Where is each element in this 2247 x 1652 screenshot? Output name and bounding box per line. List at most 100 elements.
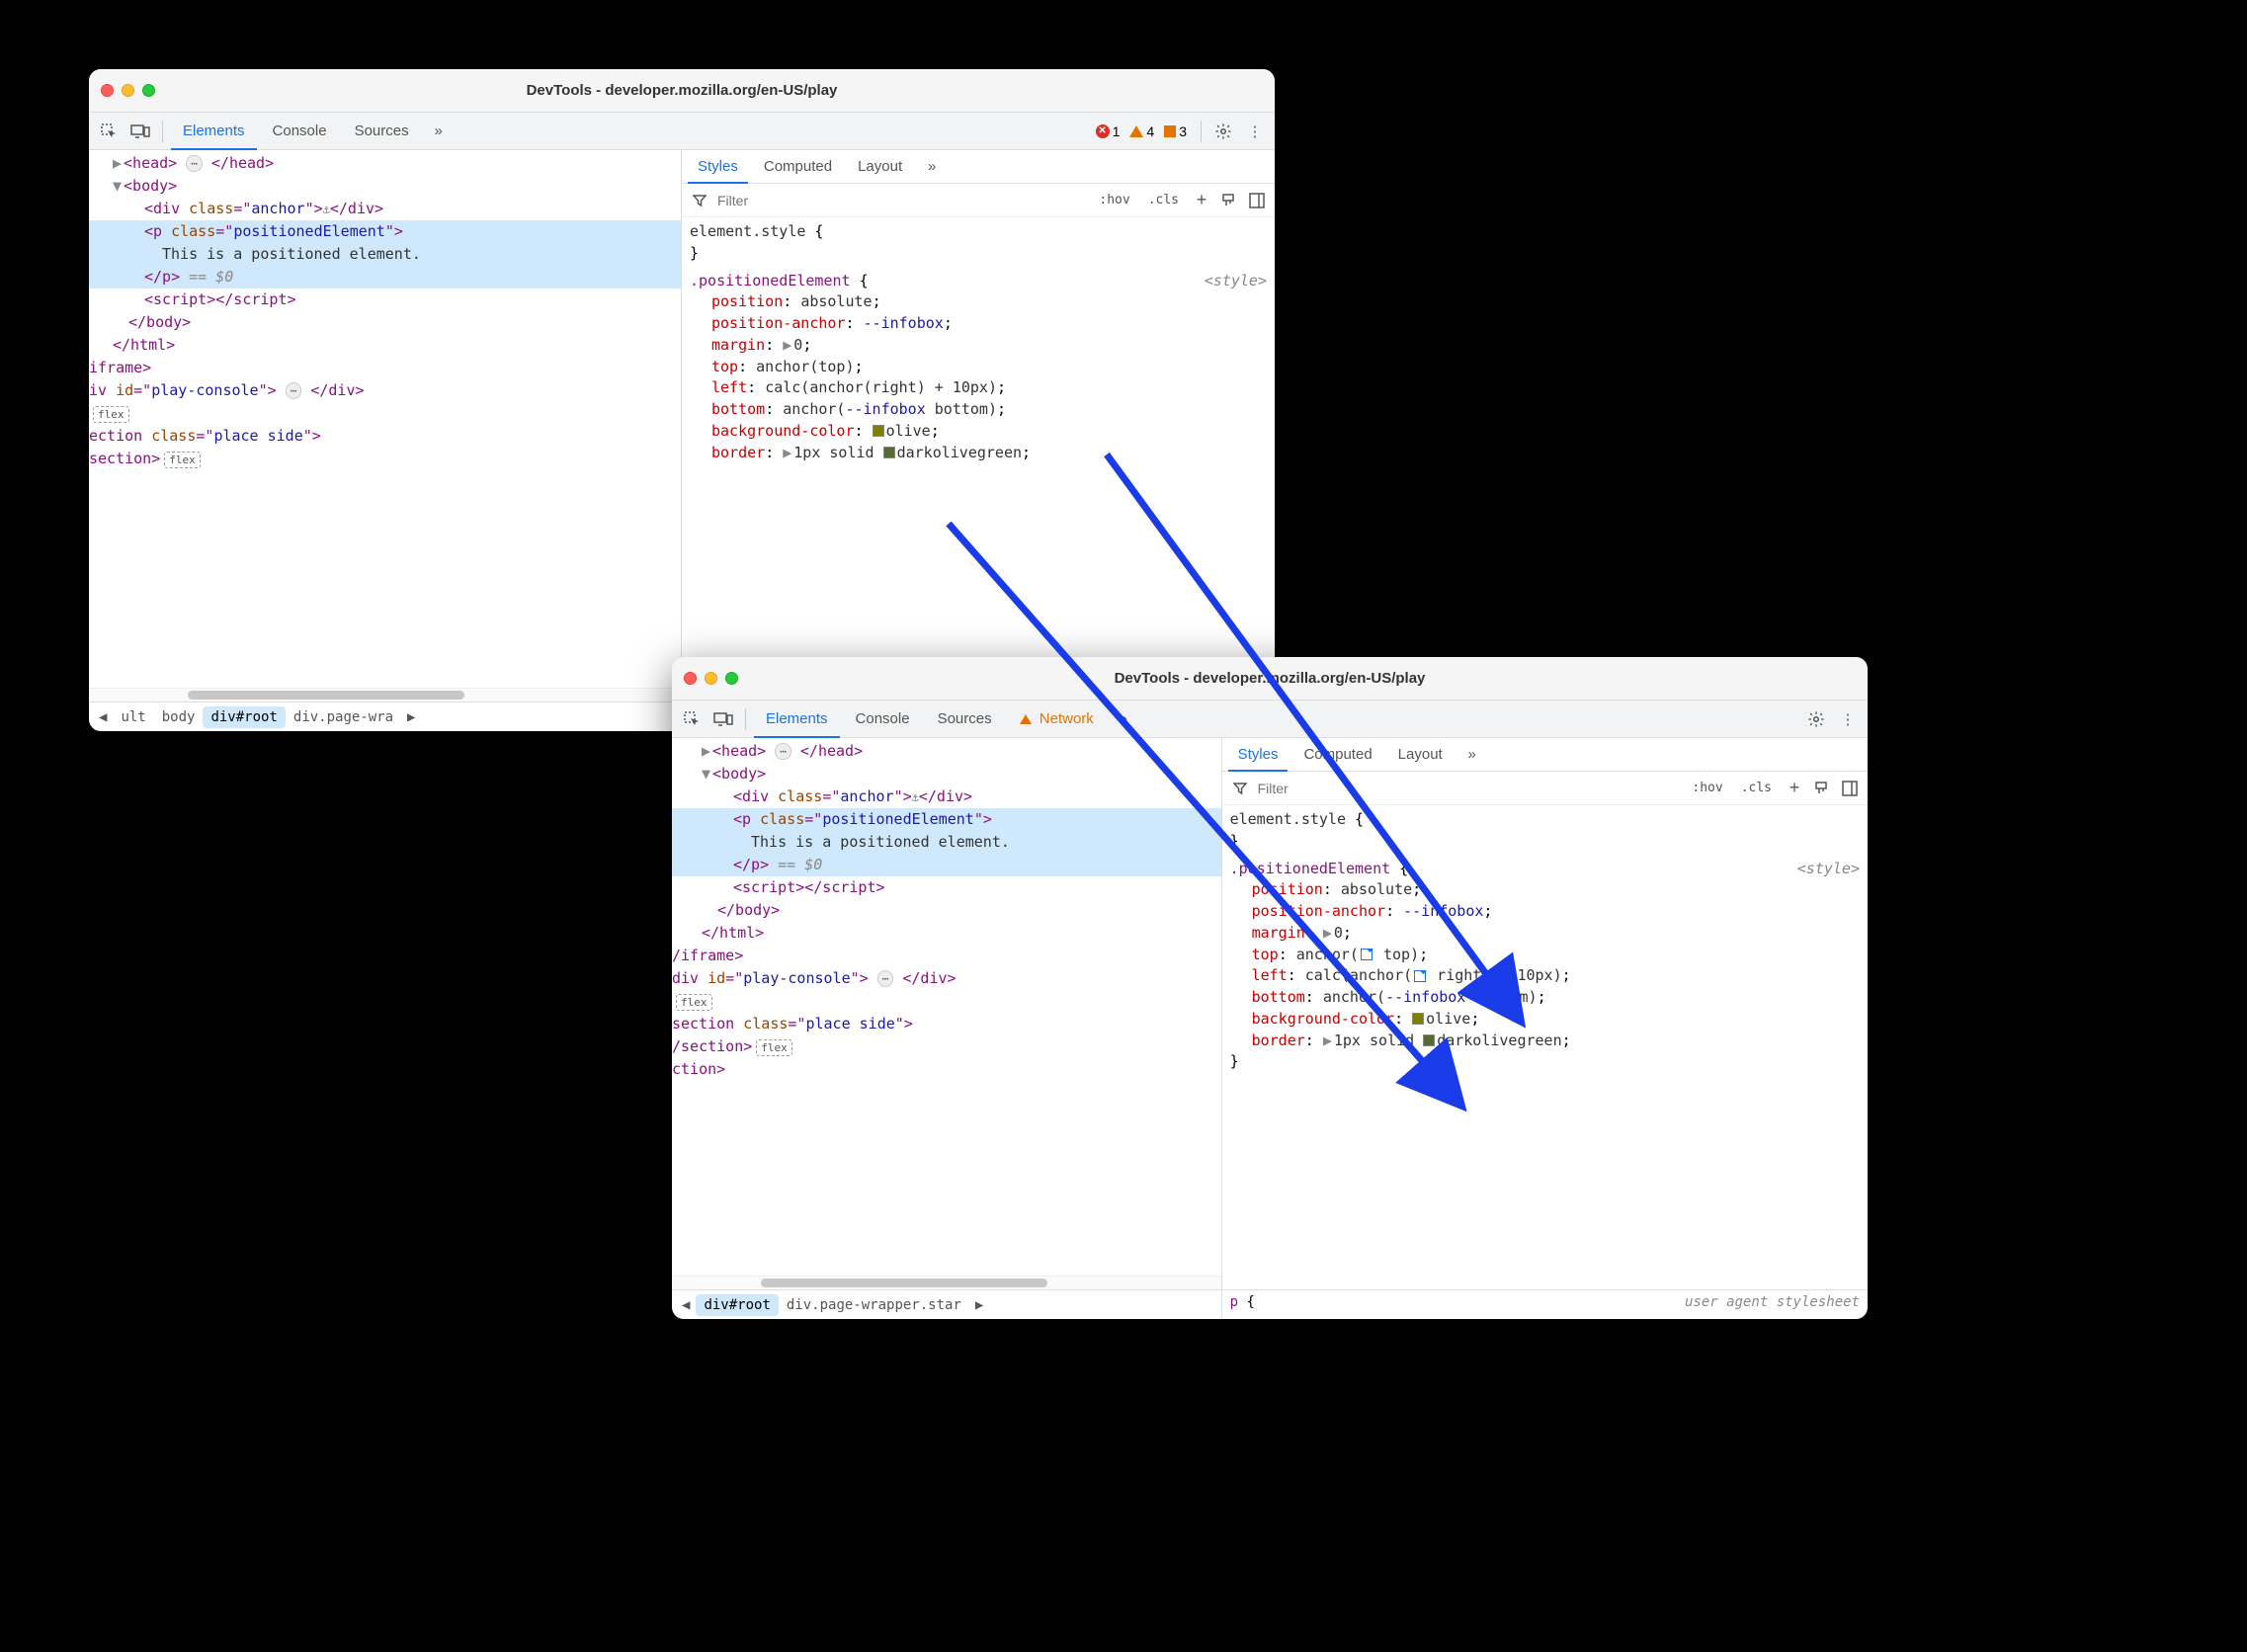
flex-badge[interactable]: flex [164,452,201,468]
selector[interactable]: .positionedElement [1230,860,1391,877]
brush-icon[interactable] [1812,779,1832,798]
titlebar[interactable]: DevTools - developer.mozilla.org/en-US/p… [672,657,1868,701]
color-swatch[interactable] [1423,1034,1435,1046]
kebab-icon[interactable]: ⋮ [1834,705,1862,733]
expand-icon[interactable]: ▶ [702,742,710,760]
close-icon[interactable] [101,84,114,97]
crumb-selected[interactable]: div#root [696,1294,778,1316]
computed-panel-icon[interactable] [1247,191,1267,210]
horizontal-scrollbar[interactable] [672,1276,1221,1289]
selected-node[interactable]: <p class="positionedElement"> [89,220,681,243]
more-subtabs-icon[interactable]: » [1458,741,1486,769]
subtab-styles[interactable]: Styles [688,150,748,184]
hov-toggle[interactable]: :hov [1687,779,1727,797]
open-link-icon[interactable] [1414,970,1426,982]
crumb[interactable]: ult [113,706,153,728]
selector[interactable]: .positionedElement [690,272,851,289]
ellipsis-icon[interactable]: ⋯ [775,743,791,760]
crumb[interactable]: div.page-wra [286,706,401,728]
color-swatch[interactable] [873,425,884,437]
issues-icon [1164,125,1176,137]
subtab-styles[interactable]: Styles [1228,738,1289,772]
filter-input[interactable] [1258,781,1680,796]
filter-input[interactable] [717,193,1086,208]
tab-console[interactable]: Console [261,113,339,150]
new-rule-icon[interactable]: + [1192,191,1211,210]
kebab-icon[interactable]: ⋮ [1241,118,1269,145]
zoom-icon[interactable] [725,672,738,685]
more-tabs-icon[interactable]: » [1110,705,1137,733]
cls-toggle[interactable]: .cls [1736,779,1777,797]
css-rules[interactable]: element.style {} <style> .positionedElem… [682,217,1275,702]
tab-network[interactable]: Network [1008,701,1106,738]
expand-icon[interactable]: ▶ [1323,1032,1332,1049]
zoom-icon[interactable] [142,84,155,97]
ellipsis-icon[interactable]: ⋯ [286,382,302,399]
collapse-icon[interactable]: ▼ [113,177,122,195]
style-source-link[interactable]: <style> [1797,859,1860,880]
flex-badge[interactable]: flex [93,406,129,423]
inspect-icon[interactable] [678,705,706,733]
tab-elements[interactable]: Elements [171,113,257,150]
tab-sources[interactable]: Sources [926,701,1004,738]
elements-pane: ▶<head> ⋯ </head> ▼<body> <div class="an… [89,150,682,731]
flex-badge[interactable]: flex [676,994,712,1011]
expand-icon[interactable]: ▶ [1323,924,1332,942]
tab-elements[interactable]: Elements [754,701,840,738]
breadcrumb-left-icon[interactable]: ◀ [93,709,113,725]
cls-toggle[interactable]: .cls [1143,191,1184,209]
gear-icon[interactable] [1802,705,1830,733]
devtools-window-1: DevTools - developer.mozilla.org/en-US/p… [89,69,1275,731]
selector[interactable]: element.style [1230,810,1346,828]
selected-indicator: == $0 [189,268,233,286]
filter-icon[interactable] [690,191,709,210]
filter-icon[interactable] [1230,779,1250,798]
horizontal-scrollbar[interactable] [89,688,681,702]
device-icon[interactable] [126,118,154,145]
computed-panel-icon[interactable] [1840,779,1860,798]
crumb[interactable]: body [154,706,204,728]
subtab-layout[interactable]: Layout [848,150,912,184]
tab-sources[interactable]: Sources [343,113,421,150]
breadcrumb-left-icon[interactable]: ◀ [676,1297,696,1313]
more-subtabs-icon[interactable]: » [918,153,946,181]
subtab-layout[interactable]: Layout [1388,738,1453,772]
subtab-computed[interactable]: Computed [754,150,842,184]
device-icon[interactable] [709,705,737,733]
breadcrumb-right-icon[interactable]: ▶ [969,1297,989,1313]
minimize-icon[interactable] [122,84,134,97]
open-link-icon[interactable] [1361,949,1373,960]
color-swatch[interactable] [1412,1013,1424,1025]
selected-node[interactable]: <p class="positionedElement"> [672,808,1221,831]
dom-tree[interactable]: ▶<head> ⋯ </head> ▼<body> <div class="an… [89,150,681,688]
more-tabs-icon[interactable]: » [425,118,453,145]
expand-icon[interactable]: ▶ [783,336,791,354]
titlebar[interactable]: DevTools - developer.mozilla.org/en-US/p… [89,69,1275,113]
issue-counts[interactable]: ✕1 4 3 [1096,124,1187,139]
flex-badge[interactable]: flex [756,1039,792,1056]
selector[interactable]: element.style [690,222,805,240]
css-rules[interactable]: element.style {} <style> .positionedElem… [1222,805,1868,1289]
brush-icon[interactable] [1219,191,1239,210]
ellipsis-icon[interactable]: ⋯ [877,970,894,987]
style-source-link[interactable]: <style> [1205,271,1267,292]
color-swatch[interactable] [883,447,895,458]
expand-icon[interactable]: ▶ [113,154,122,172]
styles-pane: Styles Computed Layout » :hov .cls + ele… [1222,738,1868,1319]
crumb[interactable]: div.page-wrapper.star [779,1294,969,1316]
close-icon[interactable] [684,672,697,685]
new-rule-icon[interactable]: + [1785,779,1804,798]
ellipsis-icon[interactable]: ⋯ [186,155,203,172]
inspect-icon[interactable] [95,118,123,145]
gear-icon[interactable] [1209,118,1237,145]
minimize-icon[interactable] [705,672,717,685]
subtab-computed[interactable]: Computed [1293,738,1381,772]
expand-icon[interactable]: ▶ [783,444,791,461]
tab-console[interactable]: Console [844,701,922,738]
crumb-selected[interactable]: div#root [203,706,285,728]
hov-toggle[interactable]: :hov [1094,191,1134,209]
breadcrumb-right-icon[interactable]: ▶ [401,709,421,725]
dom-tree[interactable]: ▶<head> ⋯ </head> ▼<body> <div class="an… [672,738,1221,1276]
collapse-icon[interactable]: ▼ [702,765,710,783]
breadcrumb: ◀ ult body div#root div.page-wra ▶ [89,702,681,731]
